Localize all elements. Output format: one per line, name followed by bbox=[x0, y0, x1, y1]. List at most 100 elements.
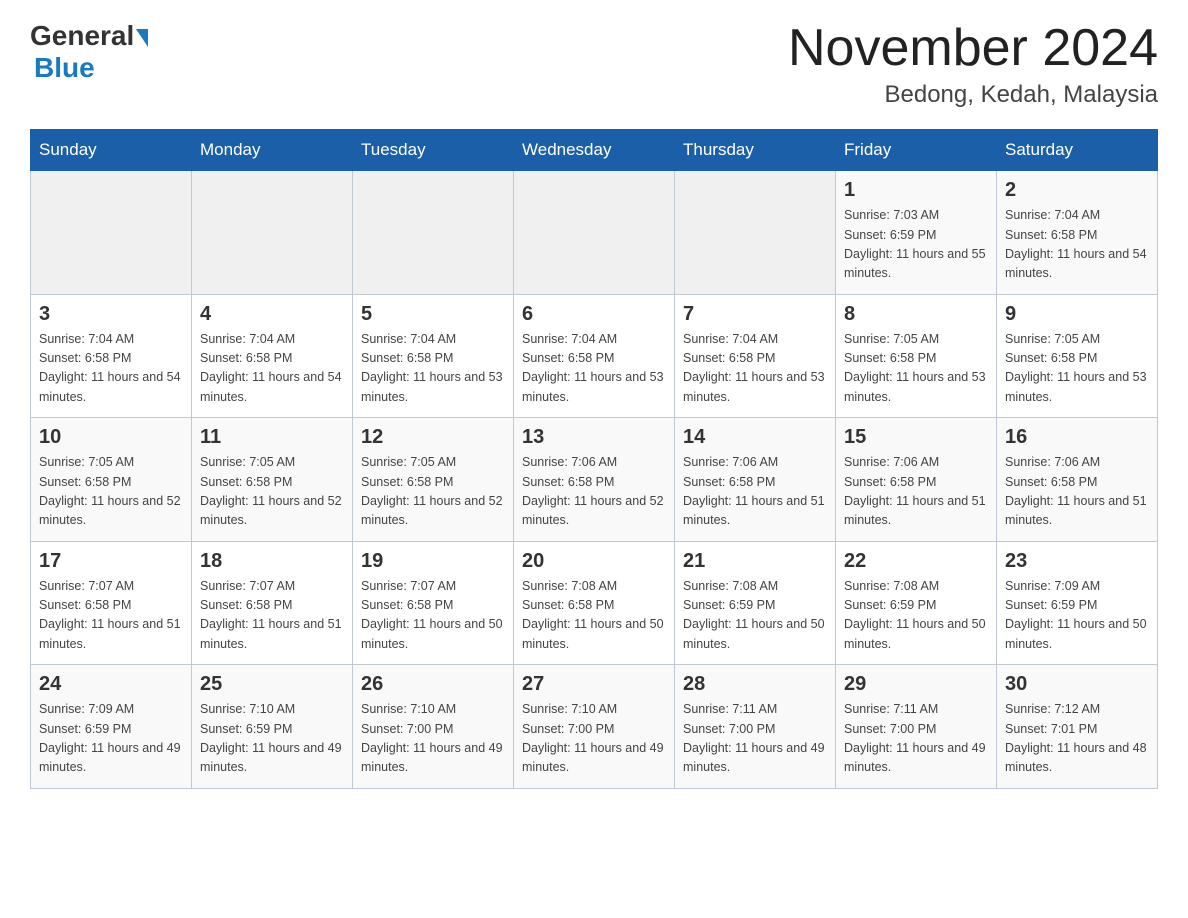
calendar-cell: 7 Sunrise: 7:04 AM Sunset: 6:58 PM Daylig… bbox=[675, 294, 836, 418]
day-number: 4 bbox=[200, 303, 344, 326]
month-title: November 2024 bbox=[788, 20, 1158, 77]
day-number: 13 bbox=[522, 426, 666, 449]
day-number: 16 bbox=[1005, 426, 1149, 449]
calendar-cell: 2 Sunrise: 7:04 AM Sunset: 6:58 PM Daylig… bbox=[997, 171, 1158, 295]
day-number: 17 bbox=[39, 550, 183, 573]
day-info: Sunrise: 7:10 AM Sunset: 6:59 PM Dayligh… bbox=[200, 700, 344, 778]
calendar-cell: 22Sunrise: 7:08 AM Sunset: 6:59 PM Dayli… bbox=[836, 541, 997, 665]
calendar-cell: 24 Sunrise: 7:09 AM Sunset: 6:59 PM Dayli… bbox=[31, 665, 192, 789]
calendar-cell: 5 Sunrise: 7:04 AM Sunset: 6:58 PM Daylig… bbox=[353, 294, 514, 418]
calendar-week-3: 10 Sunrise: 7:05 AM Sunset: 6:58 PM Dayli… bbox=[31, 418, 1158, 542]
day-number: 20 bbox=[522, 550, 666, 573]
day-info: Sunrise: 7:10 AM Sunset: 7:00 PM Dayligh… bbox=[522, 700, 666, 778]
day-number: 25 bbox=[200, 673, 344, 696]
calendar-cell: 19 Sunrise: 7:07 AM Sunset: 6:58 PM Dayli… bbox=[353, 541, 514, 665]
day-number: 30 bbox=[1005, 673, 1149, 696]
calendar-cell bbox=[31, 171, 192, 295]
day-info: Sunrise: 7:10 AM Sunset: 7:00 PM Dayligh… bbox=[361, 700, 505, 778]
day-number: 27 bbox=[522, 673, 666, 696]
day-info: Sunrise: 7:06 AM Sunset: 6:58 PM Dayligh… bbox=[522, 453, 666, 531]
day-number: 21 bbox=[683, 550, 827, 573]
calendar-cell: 6Sunrise: 7:04 AM Sunset: 6:58 PM Daylig… bbox=[514, 294, 675, 418]
day-number: 6 bbox=[522, 303, 666, 326]
calendar-week-5: 24 Sunrise: 7:09 AM Sunset: 6:59 PM Dayli… bbox=[31, 665, 1158, 789]
day-info: Sunrise: 7:11 AM Sunset: 7:00 PM Dayligh… bbox=[844, 700, 988, 778]
calendar-cell: 27 Sunrise: 7:10 AM Sunset: 7:00 PM Dayli… bbox=[514, 665, 675, 789]
day-number: 2 bbox=[1005, 179, 1149, 202]
day-number: 8 bbox=[844, 303, 988, 326]
day-info: Sunrise: 7:04 AM Sunset: 6:58 PM Dayligh… bbox=[1005, 206, 1149, 284]
day-info: Sunrise: 7:09 AM Sunset: 6:59 PM Dayligh… bbox=[1005, 577, 1149, 655]
day-number: 9 bbox=[1005, 303, 1149, 326]
location-title: Bedong, Kedah, Malaysia bbox=[788, 81, 1158, 109]
calendar-cell: 26 Sunrise: 7:10 AM Sunset: 7:00 PM Dayli… bbox=[353, 665, 514, 789]
calendar-cell: 10 Sunrise: 7:05 AM Sunset: 6:58 PM Dayli… bbox=[31, 418, 192, 542]
calendar-cell: 20 Sunrise: 7:08 AM Sunset: 6:58 PM Dayli… bbox=[514, 541, 675, 665]
header-sunday: Sunday bbox=[31, 130, 192, 171]
calendar-week-4: 17 Sunrise: 7:07 AM Sunset: 6:58 PM Dayli… bbox=[31, 541, 1158, 665]
calendar-cell: 11Sunrise: 7:05 AM Sunset: 6:58 PM Dayli… bbox=[192, 418, 353, 542]
day-info: Sunrise: 7:03 AM Sunset: 6:59 PM Dayligh… bbox=[844, 206, 988, 284]
day-info: Sunrise: 7:06 AM Sunset: 6:58 PM Dayligh… bbox=[1005, 453, 1149, 531]
calendar-cell: 8 Sunrise: 7:05 AM Sunset: 6:58 PM Daylig… bbox=[836, 294, 997, 418]
day-info: Sunrise: 7:07 AM Sunset: 6:58 PM Dayligh… bbox=[39, 577, 183, 655]
calendar-cell: 29 Sunrise: 7:11 AM Sunset: 7:00 PM Dayli… bbox=[836, 665, 997, 789]
day-info: Sunrise: 7:07 AM Sunset: 6:58 PM Dayligh… bbox=[361, 577, 505, 655]
day-number: 3 bbox=[39, 303, 183, 326]
day-info: Sunrise: 7:07 AM Sunset: 6:58 PM Dayligh… bbox=[200, 577, 344, 655]
day-number: 11 bbox=[200, 426, 344, 449]
logo-blue-text: Blue bbox=[34, 52, 95, 84]
calendar-cell: 13 Sunrise: 7:06 AM Sunset: 6:58 PM Dayli… bbox=[514, 418, 675, 542]
day-info: Sunrise: 7:06 AM Sunset: 6:58 PM Dayligh… bbox=[844, 453, 988, 531]
calendar-table: SundayMondayTuesdayWednesdayThursdayFrid… bbox=[30, 129, 1158, 789]
day-info: Sunrise: 7:04 AM Sunset: 6:58 PM Dayligh… bbox=[361, 330, 505, 408]
calendar-cell: 17 Sunrise: 7:07 AM Sunset: 6:58 PM Dayli… bbox=[31, 541, 192, 665]
header-tuesday: Tuesday bbox=[353, 130, 514, 171]
day-info: Sunrise: 7:04 AM Sunset: 6:58 PM Dayligh… bbox=[683, 330, 827, 408]
day-info: Sunrise: 7:08 AM Sunset: 6:58 PM Dayligh… bbox=[522, 577, 666, 655]
day-info: Sunrise: 7:05 AM Sunset: 6:58 PM Dayligh… bbox=[361, 453, 505, 531]
title-area: November 2024 Bedong, Kedah, Malaysia bbox=[788, 20, 1158, 109]
page-header: General Blue November 2024 Bedong, Kedah… bbox=[30, 20, 1158, 109]
calendar-cell bbox=[514, 171, 675, 295]
calendar-cell: 9 Sunrise: 7:05 AM Sunset: 6:58 PM Daylig… bbox=[997, 294, 1158, 418]
calendar-header-row: SundayMondayTuesdayWednesdayThursdayFrid… bbox=[31, 130, 1158, 171]
day-info: Sunrise: 7:05 AM Sunset: 6:58 PM Dayligh… bbox=[844, 330, 988, 408]
day-number: 5 bbox=[361, 303, 505, 326]
day-number: 29 bbox=[844, 673, 988, 696]
day-number: 10 bbox=[39, 426, 183, 449]
calendar-cell: 15 Sunrise: 7:06 AM Sunset: 6:58 PM Dayli… bbox=[836, 418, 997, 542]
day-number: 19 bbox=[361, 550, 505, 573]
logo: General Blue bbox=[30, 20, 148, 84]
day-info: Sunrise: 7:08 AM Sunset: 6:59 PM Dayligh… bbox=[683, 577, 827, 655]
day-number: 12 bbox=[361, 426, 505, 449]
day-number: 24 bbox=[39, 673, 183, 696]
calendar-cell: 1Sunrise: 7:03 AM Sunset: 6:59 PM Daylig… bbox=[836, 171, 997, 295]
day-number: 18 bbox=[200, 550, 344, 573]
logo-general: General bbox=[30, 20, 148, 52]
calendar-cell: 25 Sunrise: 7:10 AM Sunset: 6:59 PM Dayli… bbox=[192, 665, 353, 789]
day-number: 22 bbox=[844, 550, 988, 573]
day-info: Sunrise: 7:05 AM Sunset: 6:58 PM Dayligh… bbox=[1005, 330, 1149, 408]
logo-triangle-icon bbox=[136, 29, 148, 47]
day-info: Sunrise: 7:05 AM Sunset: 6:58 PM Dayligh… bbox=[39, 453, 183, 531]
header-friday: Friday bbox=[836, 130, 997, 171]
day-number: 15 bbox=[844, 426, 988, 449]
day-number: 7 bbox=[683, 303, 827, 326]
calendar-cell: 3Sunrise: 7:04 AM Sunset: 6:58 PM Daylig… bbox=[31, 294, 192, 418]
calendar-week-1: 1Sunrise: 7:03 AM Sunset: 6:59 PM Daylig… bbox=[31, 171, 1158, 295]
day-info: Sunrise: 7:06 AM Sunset: 6:58 PM Dayligh… bbox=[683, 453, 827, 531]
calendar-cell: 12 Sunrise: 7:05 AM Sunset: 6:58 PM Dayli… bbox=[353, 418, 514, 542]
day-info: Sunrise: 7:12 AM Sunset: 7:01 PM Dayligh… bbox=[1005, 700, 1149, 778]
calendar-week-2: 3 Sunrise: 7:04 AM Sunset: 6:58 PM Daylig… bbox=[31, 294, 1158, 418]
day-info: Sunrise: 7:09 AM Sunset: 6:59 PM Dayligh… bbox=[39, 700, 183, 778]
day-info: Sunrise: 7:04 AM Sunset: 6:58 PM Dayligh… bbox=[200, 330, 344, 408]
header-wednesday: Wednesday bbox=[514, 130, 675, 171]
day-number: 28 bbox=[683, 673, 827, 696]
calendar-cell: 30 Sunrise: 7:12 AM Sunset: 7:01 PM Dayli… bbox=[997, 665, 1158, 789]
calendar-cell: 4 Sunrise: 7:04 AM Sunset: 6:58 PM Daylig… bbox=[192, 294, 353, 418]
calendar-cell bbox=[353, 171, 514, 295]
calendar-cell: 18 Sunrise: 7:07 AM Sunset: 6:58 PM Dayli… bbox=[192, 541, 353, 665]
calendar-cell: 16 Sunrise: 7:06 AM Sunset: 6:58 PM Dayli… bbox=[997, 418, 1158, 542]
day-number: 26 bbox=[361, 673, 505, 696]
